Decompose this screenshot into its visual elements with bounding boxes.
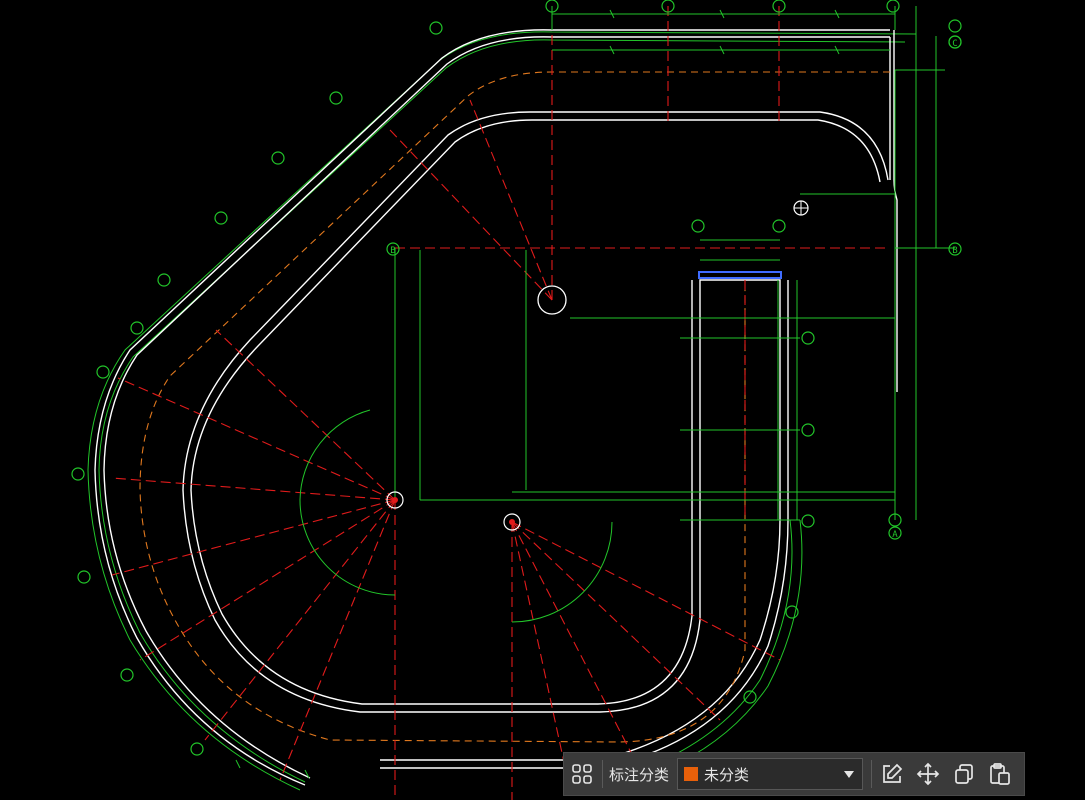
copy-icon[interactable] [946,756,982,792]
svg-text:A: A [892,530,898,540]
toolbar-divider [871,760,873,788]
svg-text:B: B [952,246,957,256]
category-color-swatch [684,767,699,781]
paste-icon[interactable] [982,756,1018,792]
grid-four-icon[interactable] [564,756,600,792]
move-icon[interactable] [910,756,946,792]
category-value: 未分类 [704,766,750,784]
cad-drawing-canvas[interactable]: B B C A [0,0,1085,800]
svg-text:C: C [952,39,957,49]
svg-text:B: B [390,246,395,256]
toolbar-divider [602,760,603,788]
annotation-category-label: 标注分类 [609,766,670,784]
edit-icon[interactable] [874,756,910,792]
annotation-toolbar: 标注分类 未分类 [563,752,1025,796]
chevron-down-icon [844,770,855,778]
category-select[interactable]: 未分类 [677,758,864,790]
